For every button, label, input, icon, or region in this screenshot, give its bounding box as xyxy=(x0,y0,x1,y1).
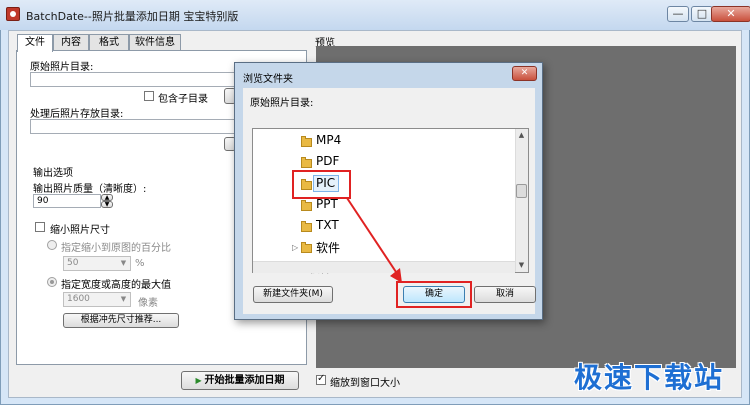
tab-file[interactable]: 文件 xyxy=(17,34,53,52)
watermark-text: 极速下载站 xyxy=(574,361,725,394)
arrow-line xyxy=(346,197,401,279)
annotation-arrow xyxy=(346,197,402,283)
